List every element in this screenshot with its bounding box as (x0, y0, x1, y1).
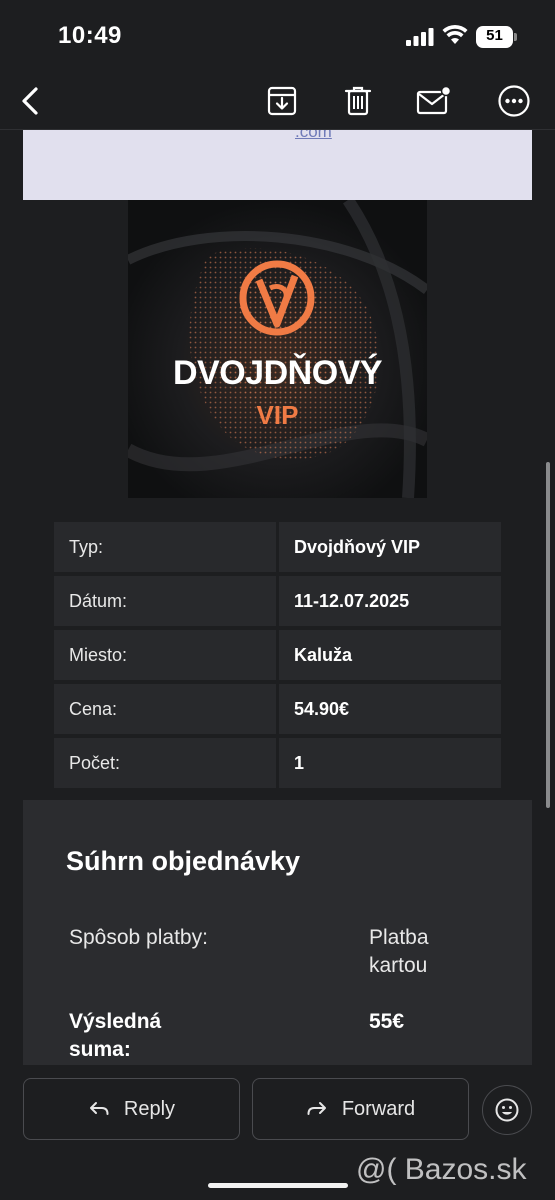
battery-level: 51 (486, 27, 503, 44)
archive-icon (267, 86, 297, 116)
table-row: Dátum: 11-12.07.2025 (54, 576, 501, 626)
battery-icon: 51 (476, 26, 518, 48)
detail-value: 11-12.07.2025 (279, 576, 501, 626)
detail-value: 54.90€ (279, 684, 501, 734)
more-icon (498, 85, 530, 117)
more-button[interactable] (491, 78, 537, 124)
total-value: 55€ (369, 1010, 405, 1033)
email-link[interactable]: .com (295, 130, 332, 142)
reply-icon (88, 1100, 110, 1118)
reply-button[interactable]: Reply (23, 1078, 240, 1140)
email-body: .com DVOJDŇOVÝ VIP Typ: Dvojdňový VIP Dá… (0, 130, 555, 1065)
order-details-table: Typ: Dvojdňový VIP Dátum: 11-12.07.2025 … (54, 522, 501, 792)
detail-value: Dvojdňový VIP (279, 522, 501, 572)
total-label: Výsledná suma: (69, 1010, 162, 1061)
forward-icon (306, 1100, 328, 1118)
delete-button[interactable] (335, 78, 381, 124)
cellular-signal-icon (406, 28, 434, 46)
scrollbar[interactable] (546, 462, 550, 808)
table-row: Počet: 1 (54, 738, 501, 788)
detail-value: Kaluža (279, 630, 501, 680)
email-toolbar (0, 72, 555, 130)
mail-unread-icon (416, 86, 452, 115)
mark-unread-button[interactable] (411, 78, 457, 124)
detail-label: Typ: (54, 522, 276, 572)
table-row: Typ: Dvojdňový VIP (54, 522, 501, 572)
status-time: 10:49 (58, 22, 122, 49)
archive-button[interactable] (259, 78, 305, 124)
table-row: Cena: 54.90€ (54, 684, 501, 734)
payment-method-label: Spôsob platby: (69, 926, 208, 949)
ticket-artwork (128, 200, 427, 498)
ticket-subtitle: VIP (256, 400, 299, 430)
trash-icon (344, 86, 372, 116)
back-button[interactable] (8, 78, 54, 124)
detail-label: Dátum: (54, 576, 276, 626)
detail-label: Počet: (54, 738, 276, 788)
detail-label: Miesto: (54, 630, 276, 680)
emoji-reaction-button[interactable] (482, 1085, 532, 1135)
ticket-image: DVOJDŇOVÝ VIP (128, 200, 427, 498)
bottom-action-bar: Reply Forward @( Bazos.sk (0, 1065, 555, 1200)
chevron-left-icon (22, 87, 38, 115)
status-bar: 10:49 51 (0, 0, 555, 72)
reply-label: Reply (123, 1097, 176, 1120)
ticket-title: DVOJDŇOVÝ (173, 354, 383, 392)
emoji-reaction-icon (495, 1098, 519, 1122)
watermark: @( Bazos.sk (356, 1153, 527, 1186)
home-indicator[interactable] (208, 1183, 348, 1188)
summary-title: Súhrn objednávky (66, 846, 301, 876)
header-banner: .com (23, 130, 532, 200)
payment-method-value: Platba kartou (369, 926, 429, 977)
detail-label: Cena: (54, 684, 276, 734)
forward-label: Forward (341, 1097, 416, 1120)
wifi-icon (442, 24, 468, 44)
table-row: Miesto: Kaluža (54, 630, 501, 680)
detail-value: 1 (279, 738, 501, 788)
forward-button[interactable]: Forward (252, 1078, 469, 1140)
order-summary: Súhrn objednávky Spôsob platby: Platba k… (23, 800, 532, 1065)
